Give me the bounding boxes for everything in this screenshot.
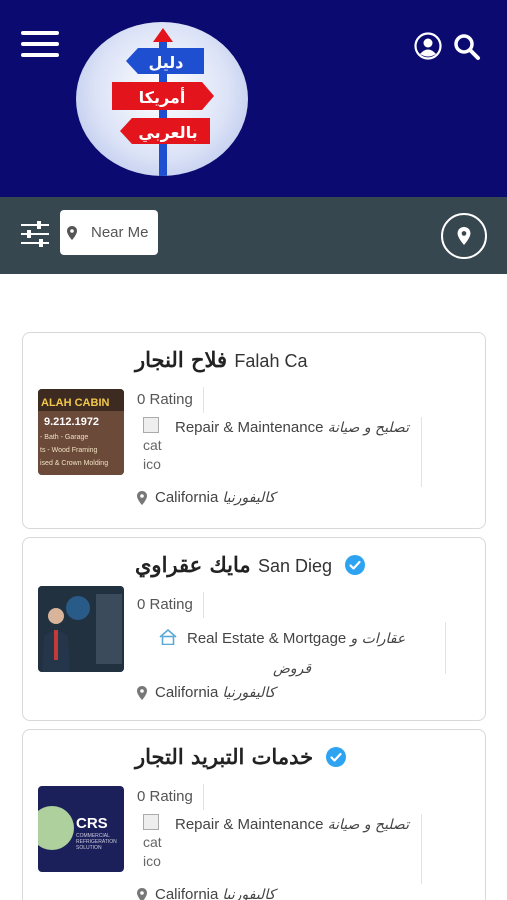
listing-location: California كاليفورنيا (137, 489, 275, 506)
site-logo[interactable]: دليل أمريكا بالعربي (76, 22, 248, 176)
svg-text:ts - Wood Framing: ts - Wood Framing (40, 447, 98, 454)
divider (203, 784, 204, 810)
search-icon[interactable] (453, 33, 481, 61)
menu-icon[interactable] (21, 31, 59, 57)
category-label[interactable]: Real Estate & Mortgage عقارات و قروض (159, 624, 459, 684)
location-button[interactable] (441, 213, 487, 259)
category-icon: cat ico (143, 814, 167, 871)
listing-card[interactable]: CRS COMMERCIAL REFRIGERATION SOLUTION خد… (22, 729, 486, 900)
near-me-label: Near Me (91, 224, 149, 241)
listing-thumbnail[interactable]: CRS COMMERCIAL REFRIGERATION SOLUTION (38, 786, 124, 872)
divider (421, 417, 422, 487)
svg-text:دليل: دليل (148, 53, 183, 72)
category-label[interactable]: Repair & Maintenance تصليح و صيانة (175, 816, 409, 833)
filter-sliders-icon[interactable] (20, 221, 50, 247)
svg-text:ised & Crown Molding: ised & Crown Molding (40, 460, 108, 467)
listing-location: California كاليفورنيا (137, 886, 275, 900)
verified-badge-icon (345, 555, 366, 575)
listing-thumbnail[interactable] (38, 586, 124, 672)
svg-text:- Bath - Garage: - Bath - Garage (40, 434, 88, 441)
map-pin-icon (137, 887, 147, 900)
real-estate-icon (159, 628, 177, 646)
verified-badge-icon (326, 747, 347, 767)
listing-title-ar: خدمات التبريد التجار (135, 744, 314, 769)
category-label[interactable]: Repair & Maintenance تصليح و صيانة (175, 419, 409, 436)
listing-title[interactable]: خدمات التبريد التجار (135, 744, 347, 769)
category-icon: cat ico (143, 417, 167, 474)
svg-text:SOLUTION: SOLUTION (76, 845, 102, 851)
rating-text: 0 Rating (137, 788, 193, 805)
svg-text:بالعربي: بالعربي (138, 123, 197, 143)
svg-text:9.212.1972: 9.212.1972 (44, 416, 99, 428)
divider (421, 814, 422, 884)
listing-title-en: Falah Ca (234, 351, 308, 371)
divider (203, 592, 204, 618)
rating-text: 0 Rating (137, 391, 193, 408)
map-pin-icon (137, 685, 147, 700)
listing-title[interactable]: مايك عقراوي San Dieg (135, 552, 366, 577)
listing-thumbnail[interactable]: ALAH CABIN 9.212.1972 - Bath - Garage ts… (38, 389, 124, 475)
listing-title-ar: فلاح النجار (135, 347, 228, 372)
listing-title-ar: مايك عقراوي (135, 552, 251, 577)
user-icon[interactable] (414, 32, 442, 60)
map-pin-icon (137, 490, 147, 505)
listing-title[interactable]: فلاح النجار Falah Ca (135, 347, 307, 372)
listing-location: California كاليفورنيا (137, 684, 275, 701)
divider (445, 622, 446, 674)
rating-text: 0 Rating (137, 596, 193, 613)
svg-text:أمريكا: أمريكا (139, 87, 186, 107)
near-me-input[interactable]: Near Me (60, 210, 158, 255)
svg-text:ALAH CABIN: ALAH CABIN (41, 397, 109, 409)
divider (203, 387, 204, 413)
listing-card[interactable]: ALAH CABIN 9.212.1972 - Bath - Garage ts… (22, 332, 486, 529)
location-icon (457, 227, 471, 245)
listing-title-en: San Dieg (257, 556, 333, 576)
svg-text:CRS: CRS (76, 815, 108, 832)
map-pin-icon (67, 225, 77, 240)
listing-card[interactable]: مايك عقراوي San Dieg 0 Rating Real Estat… (22, 537, 486, 721)
